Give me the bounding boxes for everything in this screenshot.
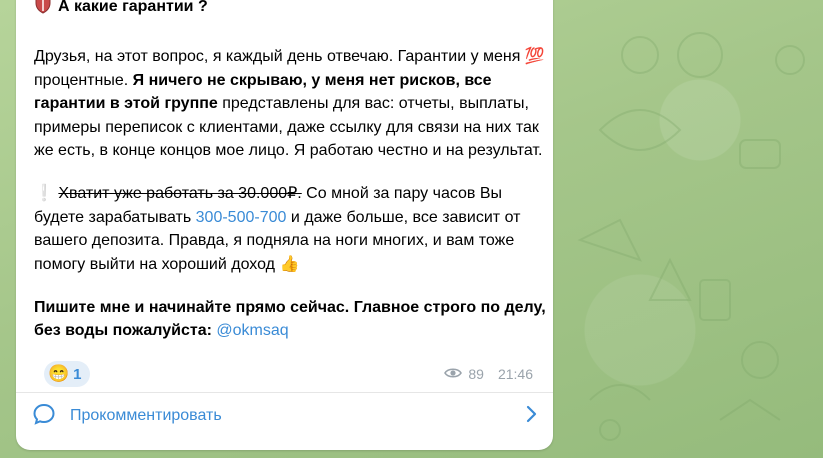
strikethrough-text: Хватит уже работать за 30.000₽.: [58, 185, 302, 202]
post-title: А какие гарантии ?: [58, 0, 208, 15]
post-title-row: А какие гарантии ?: [34, 0, 208, 19]
chevron-right-icon: [525, 405, 537, 428]
paragraph-3: Пишите мне и начинайте прямо сейчас. Гла…: [34, 296, 549, 343]
reaction-button[interactable]: 😁 1: [44, 361, 90, 387]
divider: [16, 392, 553, 393]
comment-label: Прокомментировать: [70, 407, 222, 424]
highlight-link[interactable]: 300-500-700: [196, 209, 287, 226]
thumbs-up-emoji: 👍: [279, 255, 300, 273]
exclamation-emoji: ❕: [34, 185, 54, 202]
comment-button[interactable]: Прокомментировать: [32, 399, 537, 433]
bold-text: Пишите мне и начинайте прямо сейчас. Гла…: [34, 298, 546, 340]
post-body: Друзья, на этот вопрос, я каждый день от…: [34, 45, 549, 362]
post-meta: 89 21:46: [444, 366, 533, 382]
view-count: 89: [468, 366, 484, 382]
text-segment: Друзья, на этот вопрос, я каждый день от…: [34, 48, 525, 65]
channel-post-bubble: А какие гарантии ? Друзья, на этот вопро…: [16, 0, 553, 450]
paragraph-1: Друзья, на этот вопрос, я каждый день от…: [34, 45, 549, 163]
shield-icon: [34, 0, 52, 19]
text-segment: процентные.: [34, 71, 133, 89]
hundred-points-emoji: 💯: [524, 48, 545, 65]
eye-icon: [444, 366, 463, 382]
paragraph-2: ❕ Хватит уже работать за 30.000₽. Со мно…: [34, 182, 549, 276]
reaction-count: 1: [73, 365, 82, 383]
post-time: 21:46: [497, 366, 533, 382]
comment-icon: [32, 402, 56, 431]
grin-emoji: 😁: [48, 364, 70, 383]
mention-link[interactable]: @okmsaq: [216, 322, 288, 339]
